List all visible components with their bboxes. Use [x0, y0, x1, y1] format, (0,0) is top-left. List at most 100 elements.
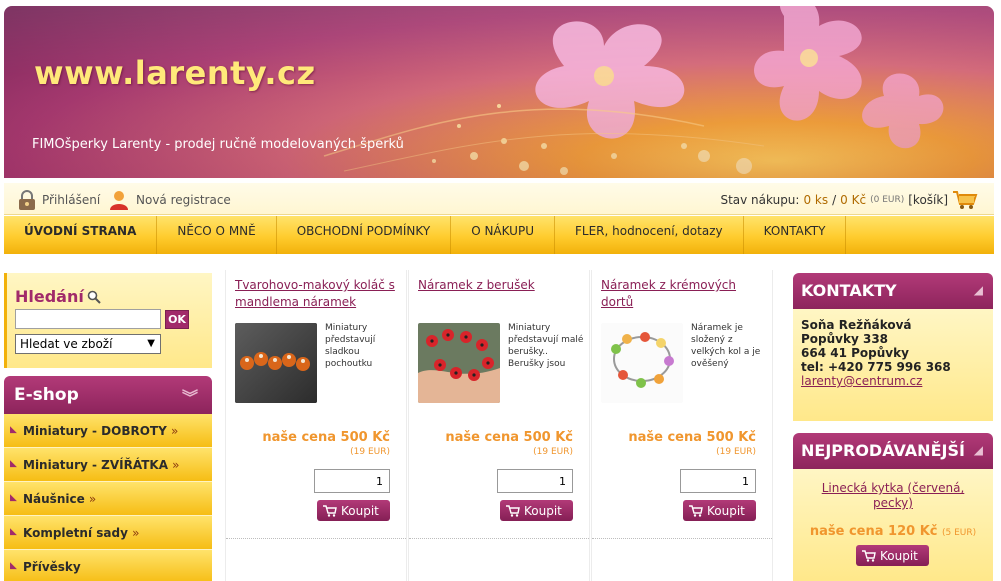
category-label: Miniatury - DOBROTY [23, 424, 167, 438]
category-label: Kompletní sady [23, 526, 128, 540]
contacts-panel: Soňa Režňáková Popůvky 338 664 41 Popůvk… [793, 309, 993, 421]
cart-icon [323, 504, 337, 517]
nav-about[interactable]: NĚCO O MNĚ [157, 216, 277, 254]
nav-fler[interactable]: FLER, hodnocení, dotazy [555, 216, 744, 254]
product-card: Tvarohovo-makový koláč s mandlema nárame… [225, 270, 407, 581]
contact-city: 664 41 Popůvky [801, 346, 909, 360]
contact-street: Popůvky 338 [801, 332, 889, 346]
product-price: naše cena 500 Kč [628, 430, 756, 445]
bestsellers-title: NEJPRODÁVANĚJŠÍ [801, 441, 965, 460]
bestsellers-header: NEJPRODÁVANĚJŠÍ ◢ [793, 433, 993, 469]
product-price-eur: (19 EUR) [533, 447, 573, 457]
raquo-glyph: » [88, 492, 97, 506]
product-title[interactable]: Náramek z berušek [418, 277, 582, 294]
eshop-title: E-shop [14, 385, 79, 405]
category-miniatury-dobroty[interactable]: ◣ Miniatury - DOBROTY » [4, 414, 212, 448]
product-image[interactable] [601, 323, 683, 403]
nav-home[interactable]: ÚVODNÍ STRANA [4, 216, 158, 254]
category-kompletni-sady[interactable]: ◣ Kompletní sady » [4, 516, 212, 550]
arrow-bullet-icon: ◣ [10, 493, 17, 503]
site-title[interactable]: www.larenty.cz [34, 54, 316, 92]
bestsellers-panel: Linecká kytka (červená, pecky) naše cena… [793, 469, 993, 581]
cart-link[interactable]: [košík] [908, 193, 948, 207]
collapse-corner-icon[interactable]: ◢ [974, 443, 983, 457]
buy-label: Koupit [341, 503, 379, 518]
buy-button[interactable]: Koupit [500, 500, 573, 521]
search-panel: Hledání OK Hledat ve zboží ▼ [4, 273, 212, 368]
search-ok-button[interactable]: OK [165, 310, 189, 329]
divider [226, 538, 406, 539]
contact-email-link[interactable]: larenty@centrum.cz [801, 374, 985, 388]
buy-label: Koupit [880, 548, 918, 563]
arrow-bullet-icon: ◣ [10, 561, 17, 571]
shopping-cart-icon[interactable] [952, 189, 978, 211]
bestseller-buy-button[interactable]: Koupit [856, 545, 929, 566]
nav-contacts[interactable]: KONTAKTY [744, 216, 847, 254]
bestseller-price-czk: naše cena 120 Kč [809, 524, 938, 539]
login-link[interactable]: Přihlášení [16, 189, 100, 211]
bestseller-item-link[interactable]: Linecká kytka (červená, pecky) [803, 481, 983, 511]
arrow-bullet-icon: ◣ [10, 425, 17, 435]
cart-icon [689, 504, 703, 517]
product-image[interactable] [235, 323, 317, 403]
quantity-input[interactable]: 1 [680, 469, 756, 493]
product-description: Miniatury představují malé berušky.. Ber… [508, 323, 584, 369]
search-scope-select[interactable]: Hledat ve zboží ▼ [15, 334, 161, 354]
category-privesky[interactable]: ◣ Přívěsky [4, 550, 212, 581]
banner-sheen [4, 6, 994, 178]
category-label: Miniatury - ZVÍŘÁTKA [23, 458, 168, 472]
search-input[interactable] [15, 309, 161, 329]
bestseller-price-eur: (5 EUR) [942, 528, 977, 538]
register-label: Nová registrace [136, 193, 231, 207]
chevron-down-icon[interactable]: ︾ [182, 384, 198, 408]
buy-button[interactable]: Koupit [683, 500, 756, 521]
divider [592, 538, 772, 539]
main-nav: ÚVODNÍ STRANA NĚCO O MNĚ OBCHODNÍ PODMÍN… [4, 216, 994, 254]
product-image[interactable] [418, 323, 500, 403]
search-title-label: Hledání [15, 287, 84, 306]
eshop-header: E-shop ︾ [4, 376, 212, 414]
product-description: Náramek je složený z velkých kol a je ov… [691, 323, 761, 369]
bracelet-photo-icon [418, 323, 500, 403]
nav-terms[interactable]: OBCHODNÍ PODMÍNKY [277, 216, 452, 254]
user-bar: Přihlášení Nová registrace Stav nákupu: … [4, 183, 994, 215]
product-title[interactable]: Tvarohovo-makový koláč s mandlema nárame… [235, 277, 399, 311]
cart-separator: / [832, 193, 837, 207]
contacts-title: KONTAKTY [801, 281, 897, 300]
collapse-corner-icon[interactable]: ◢ [974, 283, 983, 297]
dropdown-arrow-icon: ▼ [147, 338, 155, 349]
product-price: naše cena 500 Kč [445, 430, 573, 445]
buy-button[interactable]: Koupit [317, 500, 390, 521]
product-grid: Tvarohovo-makový koláč s mandlema nárame… [225, 270, 773, 581]
nav-shopping-info[interactable]: O NÁKUPU [451, 216, 555, 254]
product-title[interactable]: Náramek z krémových dortů [601, 277, 765, 311]
quantity-input[interactable]: 1 [497, 469, 573, 493]
raquo-glyph: » [132, 526, 140, 540]
category-miniatury-zviratka[interactable]: ◣ Miniatury - ZVÍŘÁTKA » [4, 448, 212, 482]
product-price-eur: (19 EUR) [716, 447, 756, 457]
cart-eur: (0 EUR) [870, 195, 905, 205]
quantity-input[interactable]: 1 [314, 469, 390, 493]
cart-count: 0 ks [803, 193, 829, 207]
arrow-bullet-icon: ◣ [10, 459, 17, 469]
login-label: Přihlášení [42, 193, 101, 207]
raquo-glyph: » [170, 424, 179, 438]
product-price-eur: (19 EUR) [350, 447, 390, 457]
product-description: Miniatury představují sladkou pochoutku [325, 323, 376, 369]
contact-phone: tel: +420 775 996 368 [801, 360, 951, 374]
page: www.larenty.cz FIMOšperky Larenty - prod… [0, 0, 1001, 581]
product-card: Náramek z krémových dortů Náramek je slo… [591, 270, 773, 581]
contacts-header: KONTAKTY ◢ [793, 273, 993, 309]
register-link[interactable]: Nová registrace [108, 189, 231, 211]
lock-icon [19, 190, 35, 210]
site-tagline: FIMOšperky Larenty - prodej ručně modelo… [32, 137, 404, 152]
search-icon [87, 290, 101, 304]
cart-status-label: Stav nákupu: [720, 193, 800, 207]
bracelet-photo-icon [601, 323, 683, 403]
raquo-glyph: » [172, 458, 180, 472]
search-scope-value: Hledat ve zboží [20, 337, 113, 351]
cart-icon [862, 549, 876, 562]
buy-label: Koupit [707, 503, 745, 518]
buy-label: Koupit [524, 503, 562, 518]
category-nausnice[interactable]: ◣ Náušnice » [4, 482, 212, 516]
